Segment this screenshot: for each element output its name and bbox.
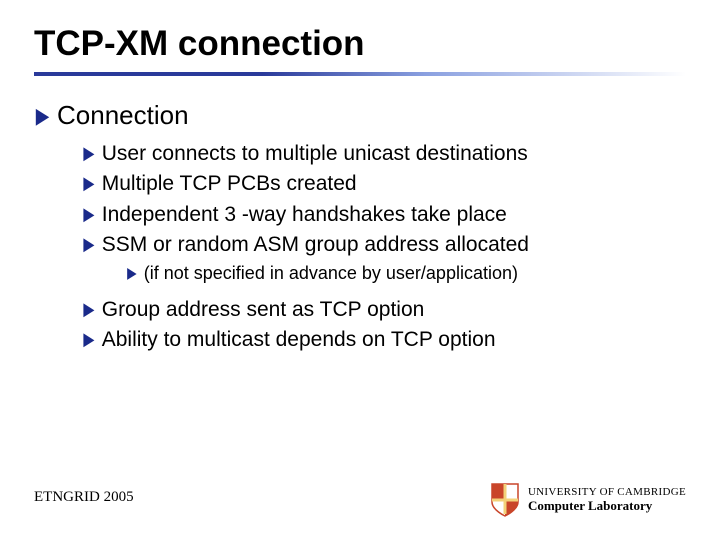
bullet-icon: ▶ [83, 328, 94, 350]
bullet-lvl3: ▶ (if not specified in advance by user/a… [126, 262, 686, 285]
cambridge-shield-icon [490, 482, 520, 518]
bullet-lvl2-text: Ability to multicast depends on TCP opti… [102, 327, 496, 353]
slide: TCP-XM connection ▶ Connection ▶ User co… [0, 0, 720, 540]
bullet-lvl2: ▶ Independent 3 -way handshakes take pla… [82, 202, 686, 228]
bullet-lvl3-text: (if not specified in advance by user/app… [144, 262, 518, 285]
bullet-lvl2: ▶ SSM or random ASM group address alloca… [82, 232, 686, 258]
footer-logo-text: UNIVERSITY OF CAMBRIDGE Computer Laborat… [528, 487, 686, 512]
bullet-lvl2: ▶ Group address sent as TCP option [82, 297, 686, 323]
bullet-lvl2: ▶ Multiple TCP PCBs created [82, 171, 686, 197]
footer-logo-lab: Computer Laboratory [528, 499, 686, 513]
bullet-icon: ▶ [83, 172, 94, 194]
bullet-icon: ▶ [83, 142, 94, 164]
bullet-lvl2-text: User connects to multiple unicast destin… [102, 141, 528, 167]
bullet-lvl2-text: Group address sent as TCP option [102, 297, 425, 323]
bullet-icon: ▶ [83, 298, 94, 320]
content-area: ▶ Connection ▶ User connects to multiple… [34, 100, 686, 357]
footer-left: ETNGRID 2005 [34, 489, 134, 506]
bullet-icon: ▶ [83, 203, 94, 225]
bullet-icon: ▶ [36, 103, 50, 129]
bullet-lvl2: ▶ User connects to multiple unicast dest… [82, 141, 686, 167]
bullet-lvl2-text: Multiple TCP PCBs created [102, 171, 357, 197]
bullet-icon: ▶ [83, 233, 94, 255]
footer-logo: UNIVERSITY OF CAMBRIDGE Computer Laborat… [490, 482, 686, 518]
bullet-lvl1-text: Connection [57, 100, 189, 131]
slide-title: TCP-XM connection [34, 24, 365, 64]
bullet-icon: ▶ [127, 264, 136, 283]
bullet-lvl2: ▶ Ability to multicast depends on TCP op… [82, 327, 686, 353]
title-underline [34, 72, 686, 76]
bullet-lvl1: ▶ Connection [34, 100, 686, 131]
bullet-lvl2-text: Independent 3 -way handshakes take place [102, 202, 507, 228]
bullet-lvl2-text: SSM or random ASM group address allocate… [102, 232, 529, 258]
